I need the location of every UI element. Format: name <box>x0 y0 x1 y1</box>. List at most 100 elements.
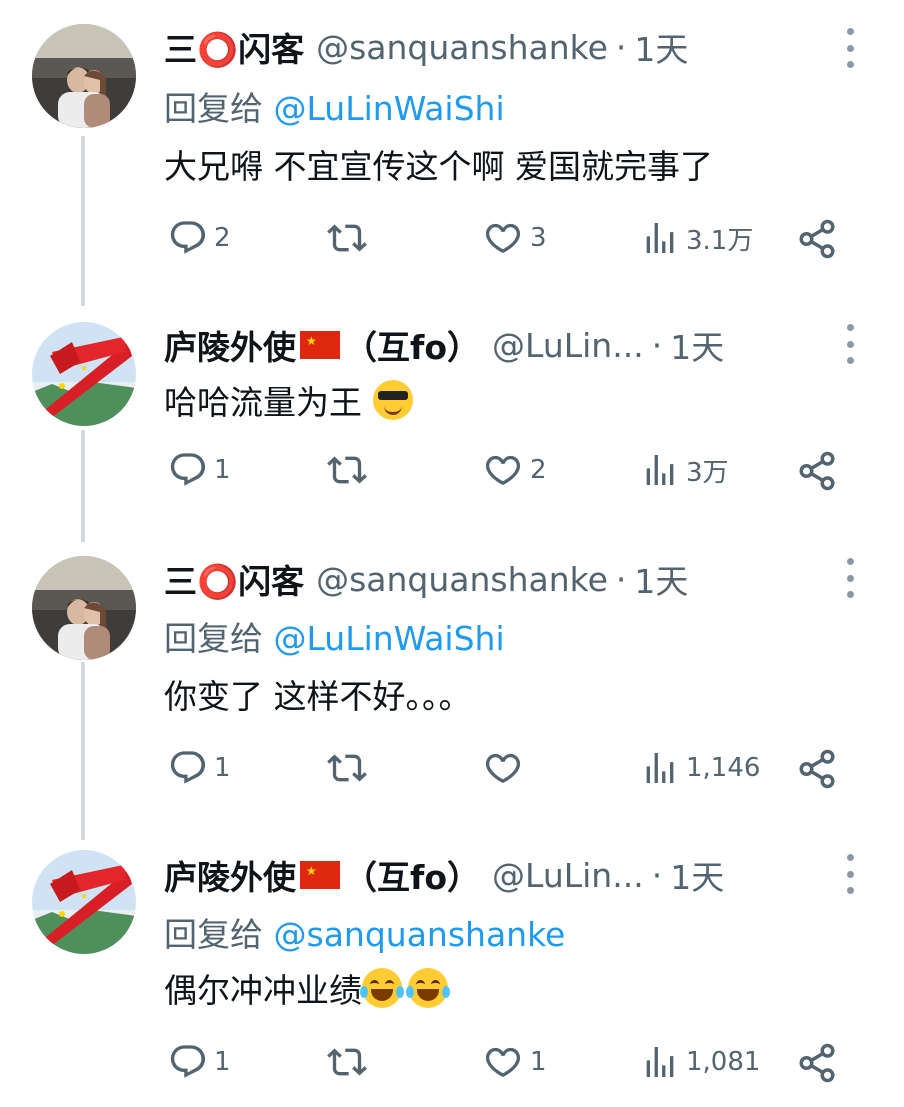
display-name-text: 庐陵外使 <box>164 328 296 367</box>
share-icon <box>799 451 835 491</box>
reply-button[interactable]: 2 <box>168 218 231 258</box>
reply-to: 回复给 @LuLinWaiShi <box>164 82 505 130</box>
reply-mention-link[interactable]: @LuLinWaiShi <box>274 619 505 658</box>
handle[interactable]: @LuLin... <box>492 326 644 365</box>
more-icon[interactable] <box>840 558 860 598</box>
reply-button[interactable]: 1 <box>168 450 231 490</box>
action-bar: 1 2 3万 <box>0 446 904 496</box>
reply-prefix: 回复给 <box>164 619 263 658</box>
timestamp[interactable]: 1天 <box>634 555 688 603</box>
reply-count: 1 <box>214 1047 231 1077</box>
retweet-icon <box>327 456 367 484</box>
tweet-2[interactable]: 庐陵外使 ★ （互fo） @LuLin... · 1天 哈哈流量为王 1 2 3… <box>0 300 904 540</box>
tears-of-joy-emoji <box>406 968 450 1008</box>
reply-prefix: 回复给 <box>164 89 263 128</box>
tweet-text: 哈哈流量为王 <box>164 376 413 424</box>
views-count: 1,146 <box>686 753 761 783</box>
share-button[interactable] <box>796 748 838 790</box>
display-name[interactable]: 三⭕闪客 <box>164 23 304 71</box>
avatar[interactable] <box>32 850 136 954</box>
retweet-icon <box>327 1048 367 1076</box>
share-button[interactable] <box>796 1042 838 1084</box>
like-count: 3 <box>530 223 547 253</box>
avatar[interactable] <box>32 322 136 426</box>
views-button[interactable]: 1,081 <box>640 1042 760 1082</box>
avatar[interactable] <box>32 24 136 128</box>
china-flag-icon: ★ <box>300 861 340 889</box>
more-icon[interactable] <box>840 28 860 68</box>
timestamp[interactable]: 1天 <box>670 321 724 369</box>
display-name-text: 庐陵外使 <box>164 858 296 897</box>
display-name-suffix: （互fo） <box>344 858 481 897</box>
separator-dot: · <box>651 855 663 895</box>
tweet-header: 庐陵外使 ★ （互fo） @LuLin... · 1天 <box>164 850 724 900</box>
more-icon[interactable] <box>840 324 860 364</box>
reply-icon <box>170 1045 206 1078</box>
separator-dot: · <box>615 27 627 67</box>
timestamp[interactable]: 1天 <box>634 23 688 71</box>
like-icon <box>485 753 521 783</box>
like-count: 2 <box>530 455 547 485</box>
retweet-button[interactable] <box>324 1042 376 1082</box>
retweet-button[interactable] <box>324 218 376 258</box>
reply-button[interactable]: 1 <box>168 748 231 788</box>
like-button[interactable]: 1 <box>482 1042 547 1082</box>
tweet-text: 你变了 这样不好。。。 <box>164 677 472 716</box>
reply-count: 1 <box>214 455 231 485</box>
tweet-3[interactable]: 三⭕闪客 @sanquanshanke · 1天 回复给 @LuLinWaiSh… <box>0 534 904 834</box>
reply-button[interactable]: 1 <box>168 1042 231 1082</box>
handle[interactable]: @sanquanshanke <box>316 28 608 67</box>
tweet-4[interactable]: 庐陵外使 ★ （互fo） @LuLin... · 1天 回复给 @sanquan… <box>0 828 904 1107</box>
retweet-icon <box>327 754 367 782</box>
share-button[interactable] <box>796 450 838 492</box>
display-name[interactable]: 庐陵外使 ★ （互fo） <box>164 851 480 899</box>
like-icon <box>485 1047 521 1077</box>
share-icon <box>799 749 835 789</box>
views-count: 3.1万 <box>686 225 754 256</box>
more-icon[interactable] <box>840 854 860 894</box>
views-icon <box>646 753 674 783</box>
like-count: 1 <box>530 1047 547 1077</box>
reply-to: 回复给 @sanquanshanke <box>164 908 565 956</box>
reply-mention-link[interactable]: @LuLinWaiShi <box>274 89 505 128</box>
tears-of-joy-emoji <box>360 968 404 1008</box>
like-button[interactable] <box>482 748 530 788</box>
tweet-1[interactable]: 三⭕闪客 @sanquanshanke · 1天 回复给 @LuLinWaiSh… <box>0 0 904 300</box>
retweet-button[interactable] <box>324 748 376 788</box>
display-name-suffix: （互fo） <box>344 328 481 367</box>
tweet-text: 大兄嘚 不宜宣传这个啊 爱国就完事了 <box>164 147 713 186</box>
share-icon <box>799 219 835 259</box>
views-icon <box>646 455 674 485</box>
reply-to: 回复给 @LuLinWaiShi <box>164 612 505 660</box>
share-icon <box>799 1043 835 1083</box>
handle[interactable]: @LuLin... <box>492 856 644 895</box>
separator-dot: · <box>615 559 627 599</box>
views-button[interactable]: 1,146 <box>640 748 760 788</box>
reply-mention-link[interactable]: @sanquanshanke <box>274 915 566 954</box>
avatar[interactable] <box>32 556 136 660</box>
action-bar: 1 1,146 <box>0 744 904 794</box>
display-name[interactable]: 三⭕闪客 <box>164 555 304 603</box>
views-button[interactable]: 3.1万 <box>640 218 753 258</box>
retweet-button[interactable] <box>324 450 376 490</box>
share-button[interactable] <box>796 218 838 260</box>
like-button[interactable]: 2 <box>482 450 547 490</box>
action-bar: 1 1 1,081 <box>0 1038 904 1088</box>
action-bar: 2 3 3.1万 <box>0 214 904 264</box>
views-button[interactable]: 3万 <box>640 450 729 490</box>
reply-icon <box>170 221 206 254</box>
display-name[interactable]: 庐陵外使 ★ （互fo） <box>164 321 480 369</box>
timestamp[interactable]: 1天 <box>670 851 724 899</box>
tweet-header: 三⭕闪客 @sanquanshanke · 1天 <box>164 22 688 72</box>
tweet-header: 三⭕闪客 @sanquanshanke · 1天 <box>164 554 688 604</box>
china-flag-icon: ★ <box>300 331 340 359</box>
handle[interactable]: @sanquanshanke <box>316 560 608 599</box>
like-button[interactable]: 3 <box>482 218 547 258</box>
reply-prefix: 回复给 <box>164 915 263 954</box>
tweet-text-content: 偶尔冲冲业绩 <box>164 971 362 1010</box>
tweet-header: 庐陵外使 ★ （互fo） @LuLin... · 1天 <box>164 320 724 370</box>
tweet-text-content: 哈哈流量为王 <box>164 383 362 422</box>
like-icon <box>485 455 521 485</box>
views-icon <box>646 1047 674 1077</box>
reply-count: 1 <box>214 753 231 783</box>
